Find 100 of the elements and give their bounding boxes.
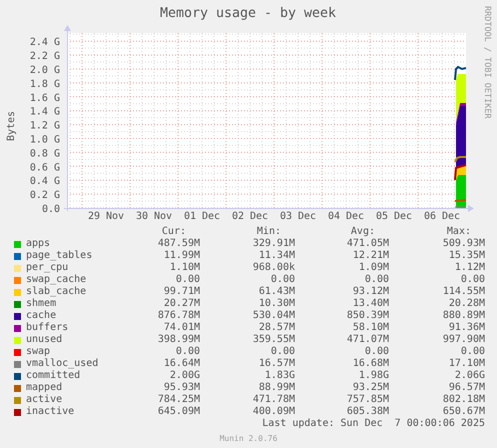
- last-update-text: Last update: Sun Dec 7 00:00:06 2025: [262, 418, 485, 429]
- current-value: 398.99M: [156, 334, 200, 346]
- graph-title: Memory usage - by week: [160, 6, 336, 21]
- average-value: 471.07M: [346, 334, 389, 346]
- minimum-value: 16.57M: [258, 358, 295, 370]
- version-footer: Munin 2.0.76: [220, 434, 278, 443]
- maximum-value: 0.00: [460, 346, 485, 358]
- current-value: 784.25M: [156, 394, 200, 406]
- y-tick-label: 1.8 G: [30, 78, 60, 90]
- minimum-value: 400.09M: [252, 406, 295, 418]
- minimum-value: 0.00: [270, 274, 295, 286]
- current-value: 20.27M: [162, 298, 200, 310]
- x-tick-label: 03 Dec: [280, 211, 316, 222]
- minimum-value: 10.30M: [258, 298, 295, 310]
- average-value: 1.09M: [358, 262, 389, 274]
- x-tick-label: 05 Dec: [376, 211, 412, 222]
- minimum-value: 471.78M: [252, 394, 295, 406]
- current-value: 2.00G: [168, 370, 200, 382]
- y-axis-label: Bytes: [6, 110, 17, 142]
- average-value: 93.12M: [352, 286, 389, 298]
- minimum-value: 530.04M: [252, 310, 295, 322]
- x-tick-label: 04 Dec: [328, 211, 364, 222]
- series-name: per_cpu: [26, 262, 70, 274]
- y-tick-label: 1.6 G: [30, 92, 60, 104]
- y-tick-label: 1.4 G: [30, 106, 60, 118]
- maximum-value: 0.00: [460, 274, 485, 286]
- maximum-value: 2.06G: [454, 370, 485, 382]
- x-tick-label: 01 Dec: [184, 211, 220, 222]
- column-header: Avg:: [350, 226, 376, 238]
- average-value: 16.68M: [352, 358, 389, 370]
- y-tick-label: 0.8 G: [30, 148, 60, 160]
- x-tick-label: 29 Nov: [88, 211, 124, 222]
- average-value: 850.39M: [346, 310, 389, 322]
- series-name: swap_cache: [26, 274, 88, 286]
- column-header: Max:: [446, 226, 472, 238]
- maximum-value: 1.12M: [454, 262, 485, 274]
- average-value: 58.10M: [352, 322, 389, 334]
- maximum-value: 17.10M: [448, 358, 485, 370]
- y-tick-label: 1.2 G: [30, 120, 60, 132]
- series-name: shmem: [26, 298, 58, 310]
- maximum-value: 650.67M: [442, 406, 485, 418]
- current-value: 487.59M: [156, 238, 200, 250]
- y-tick-label: 0.0: [42, 204, 60, 215]
- current-value: 0.00: [174, 274, 200, 286]
- series-name: apps: [26, 238, 52, 250]
- current-value: 645.09M: [156, 406, 200, 418]
- series-name: page_tables: [26, 250, 94, 262]
- current-value: 74.01M: [162, 322, 200, 334]
- x-tick-label: 30 Nov: [136, 211, 172, 222]
- current-value: 11.99M: [162, 250, 200, 262]
- average-value: 0.00: [364, 346, 389, 358]
- y-tick-label: 2.0 G: [30, 65, 60, 76]
- average-value: 93.25M: [352, 382, 389, 394]
- maximum-value: 997.90M: [442, 334, 485, 346]
- average-value: 13.40M: [352, 298, 389, 310]
- series-name: buffers: [26, 322, 70, 334]
- maximum-value: 15.35M: [448, 250, 485, 262]
- y-tick-label: 1.0 G: [30, 134, 60, 146]
- y-tick-label: 0.4 G: [30, 176, 60, 188]
- y-tick-label: 2.4 G: [30, 37, 60, 48]
- current-value: 95.93M: [162, 382, 200, 394]
- x-tick-label: 02 Dec: [232, 211, 268, 222]
- current-value: 876.78M: [156, 310, 200, 322]
- series-name: unused: [26, 334, 64, 346]
- series-name: inactive: [26, 406, 76, 418]
- minimum-value: 1.83G: [264, 370, 295, 382]
- current-value: 1.10M: [168, 262, 200, 274]
- series-name: cache: [26, 310, 58, 322]
- average-value: 12.21M: [352, 250, 389, 262]
- minimum-value: 11.34M: [258, 250, 295, 262]
- y-tick-label: 2.2 G: [30, 51, 60, 62]
- series-name: mapped: [26, 382, 64, 394]
- series-name: vmalloc_used: [26, 358, 100, 370]
- column-header: Min:: [256, 226, 282, 238]
- minimum-value: 61.43M: [258, 286, 295, 298]
- series-name: swap: [26, 346, 52, 358]
- x-tick-label: 06 Dec: [424, 211, 460, 222]
- current-value: 0.00: [174, 346, 200, 358]
- maximum-value: 91.36M: [448, 322, 485, 334]
- minimum-value: 0.00: [270, 346, 295, 358]
- series-name: committed: [26, 370, 82, 382]
- maximum-value: 802.18M: [442, 394, 485, 406]
- series-name: active: [26, 394, 64, 406]
- current-value: 16.64M: [162, 358, 200, 370]
- maximum-value: 509.93M: [442, 238, 485, 250]
- maximum-value: 20.28M: [448, 298, 485, 310]
- vertical-watermark: RRDTOOL / TOBI OETIKER: [482, 6, 492, 119]
- maximum-value: 96.57M: [448, 382, 485, 394]
- current-value: 99.71M: [162, 286, 200, 298]
- minimum-value: 28.57M: [258, 322, 295, 334]
- maximum-value: 114.55M: [442, 286, 485, 298]
- average-value: 471.05M: [346, 238, 389, 250]
- minimum-value: 968.00k: [252, 262, 295, 274]
- average-value: 1.98G: [358, 370, 389, 382]
- y-tick-label: 0.2 G: [30, 190, 60, 202]
- series-name: slab_cache: [26, 286, 88, 298]
- minimum-value: 359.55M: [252, 334, 295, 346]
- average-value: 0.00: [364, 274, 389, 286]
- average-value: 757.85M: [346, 394, 389, 406]
- average-value: 605.38M: [346, 406, 389, 418]
